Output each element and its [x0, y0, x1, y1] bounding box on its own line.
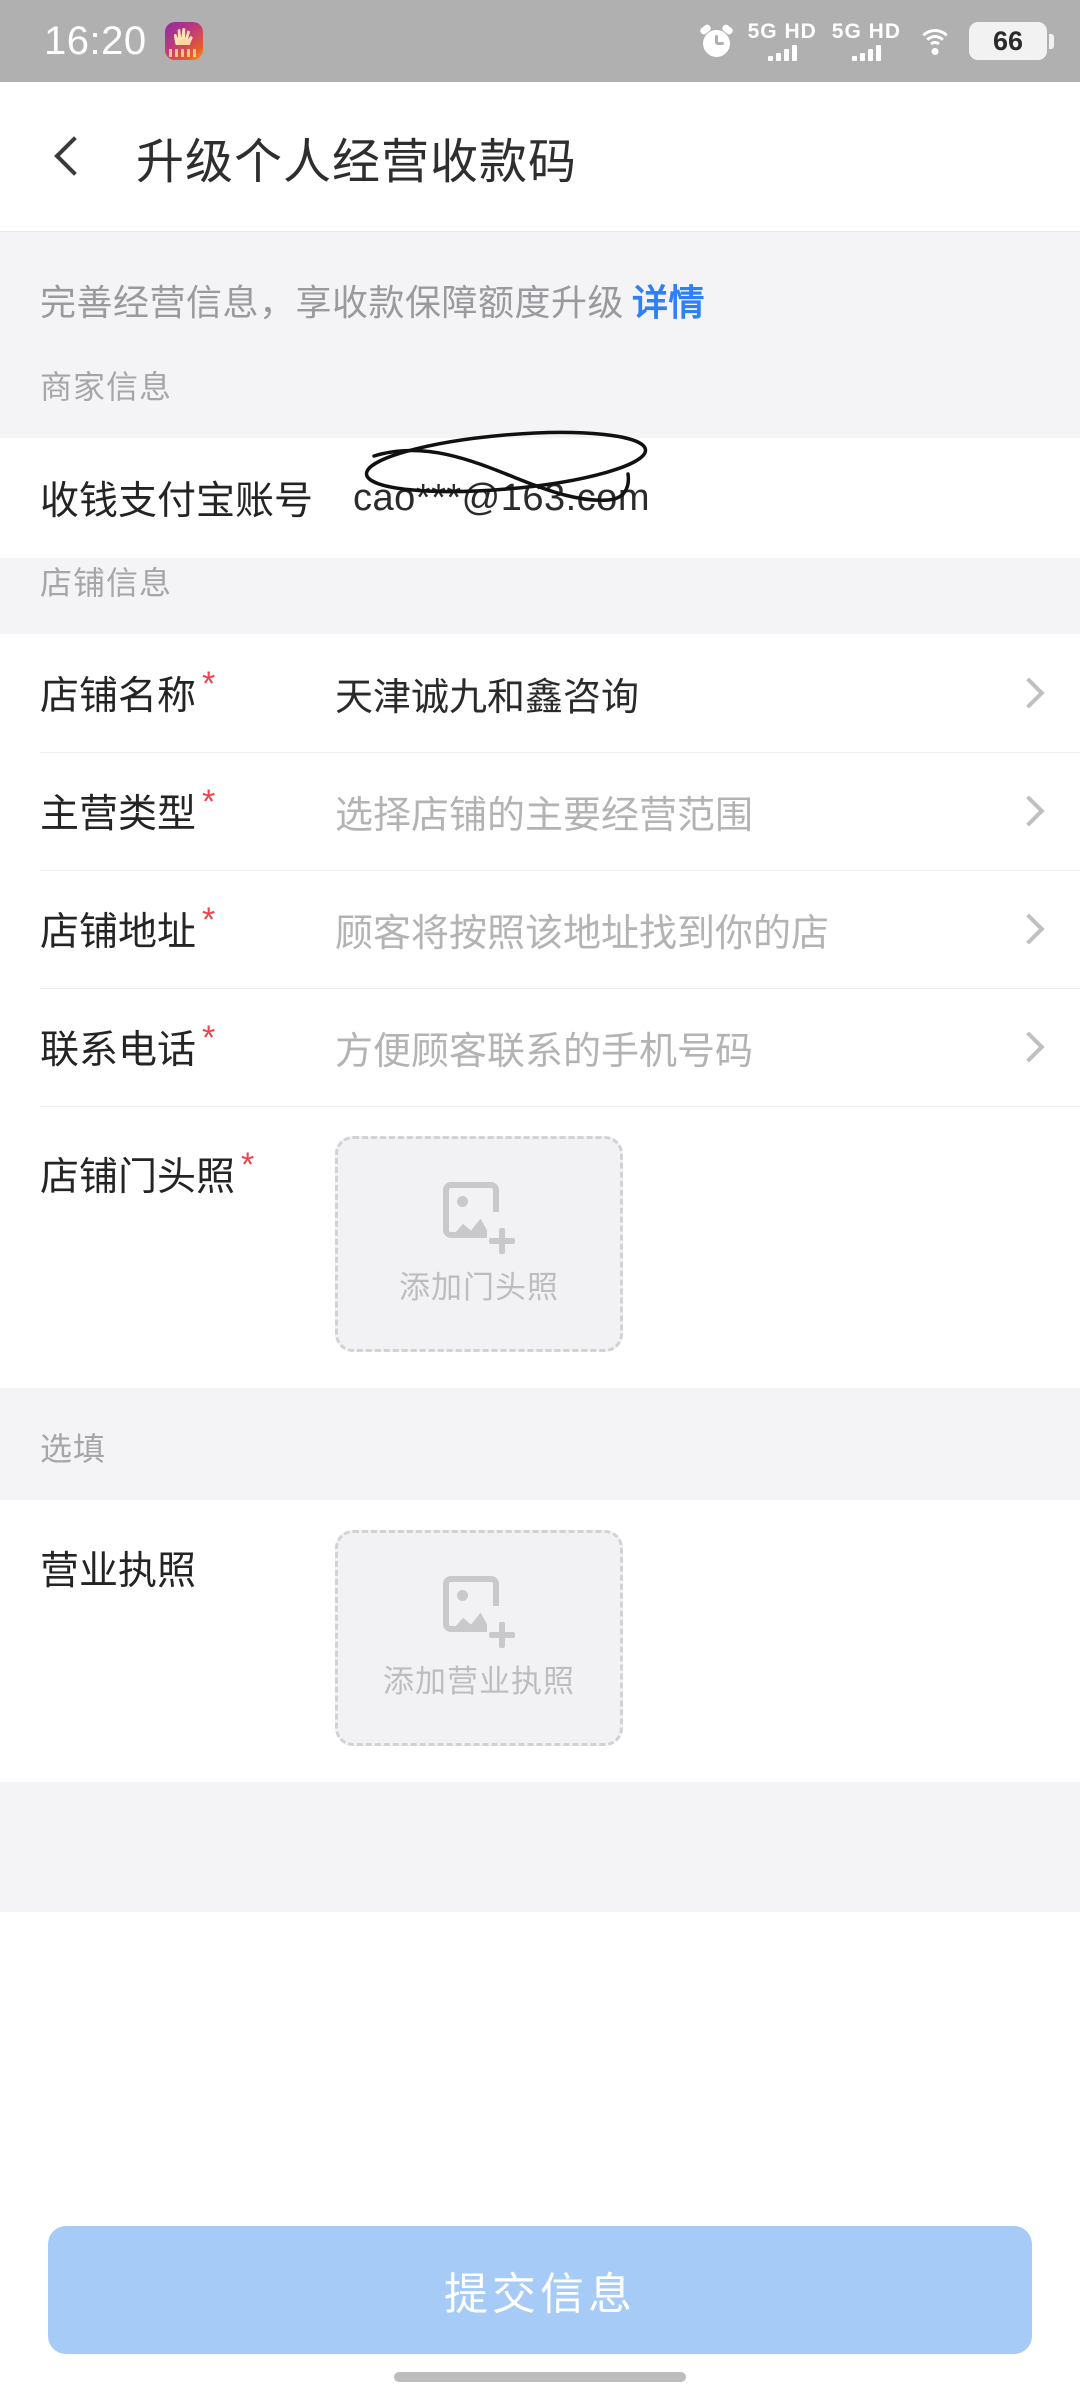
banner-detail-link[interactable]: 详情: [632, 282, 705, 323]
alarm-clock-icon: [698, 22, 734, 58]
required-marker: *: [202, 1019, 216, 1057]
merchant-info-panel: 收钱支付宝账号 cao***@163.com: [0, 430, 1080, 558]
row-store-name[interactable]: 店铺名称 * 天津诚九和鑫咨询: [0, 634, 1080, 752]
sim2-network: 5G: [831, 20, 862, 43]
row-label-contact-phone: 联系电话: [40, 1029, 197, 1072]
row-label-business-type: 主营类型: [40, 793, 197, 836]
chevron-right-icon: [1013, 1031, 1045, 1063]
page-title: 升级个人经营收款码: [136, 135, 578, 189]
optional-panel: 营业执照 添加营业执照: [0, 1500, 1080, 1782]
row-label-store-address: 店铺地址: [40, 911, 197, 954]
storefront-photo-upload-label: 添加门头照: [399, 1269, 559, 1305]
section-header-merchant: 商家信息: [0, 362, 1080, 438]
add-image-icon: [443, 1181, 517, 1254]
row-business-license: 营业执照 添加营业执照: [0, 1500, 1080, 1782]
chevron-left-icon[interactable]: [40, 129, 96, 185]
row-label-storefront-photo: 店铺门头照: [40, 1156, 236, 1199]
storefront-photo-upload-button[interactable]: 添加门头照: [335, 1136, 623, 1352]
status-bar-left: 16:20: [44, 21, 203, 61]
row-value-store-address: 顾客将按照该地址找到你的店: [335, 912, 830, 955]
info-banner: 完善经营信息，享收款保障额度升级 详情: [0, 232, 1080, 362]
row-contact-phone[interactable]: 联系电话 * 方便顾客联系的手机号码: [0, 988, 1080, 1106]
required-marker: *: [202, 665, 216, 703]
row-alipay-account[interactable]: 收钱支付宝账号 cao***@163.com: [0, 430, 1080, 558]
sim2-bars-icon: [851, 44, 881, 61]
required-marker: *: [202, 901, 216, 939]
section-header-optional: 选填: [0, 1388, 1080, 1500]
submit-area: 提交信息: [0, 2170, 1080, 2400]
add-image-icon: [443, 1575, 517, 1648]
chevron-right-icon: [1013, 677, 1045, 709]
row-label-alipay-account: 收钱支付宝账号: [40, 480, 314, 523]
business-license-upload-button[interactable]: 添加营业执照: [335, 1530, 623, 1746]
store-info-panel: 店铺名称 * 天津诚九和鑫咨询 主营类型 * 选择店铺的主要经营范围 店铺地址 …: [0, 634, 1080, 1388]
home-indicator[interactable]: [394, 2372, 686, 2382]
sim1-volte: HD: [784, 20, 817, 43]
row-value-contact-phone: 方便顾客联系的手机号码: [335, 1030, 754, 1073]
app-root: 16:20 5G HD 5G HD 66 升级个人经营收款码 完善经营信息，享收…: [0, 0, 1080, 2400]
business-license-upload-label: 添加营业执照: [383, 1663, 575, 1699]
battery-indicator: 66: [969, 22, 1054, 60]
status-bar: 16:20 5G HD 5G HD 66: [0, 0, 1080, 82]
row-label-store-name: 店铺名称: [40, 675, 197, 718]
bottom-spacer: [0, 1782, 1080, 1912]
row-value-business-type: 选择店铺的主要经营范围: [335, 794, 754, 837]
sim2-signal: 5G HD: [832, 21, 901, 61]
firework-app-icon: [164, 22, 203, 60]
wifi-icon: [916, 26, 954, 56]
row-store-address[interactable]: 店铺地址 * 顾客将按照该地址找到你的店: [0, 870, 1080, 988]
battery-level: 66: [992, 25, 1024, 56]
row-value-store-name: 天津诚九和鑫咨询: [335, 676, 640, 719]
required-marker: *: [241, 1146, 255, 1184]
content-scroll: 完善经营信息，享收款保障额度升级 详情 商家信息 收钱支付宝账号 cao***@1…: [0, 232, 1080, 1912]
sim2-volte: HD: [868, 20, 901, 43]
required-marker: *: [202, 783, 216, 821]
row-storefront-photo: 店铺门头照 * 添加门头照: [0, 1106, 1080, 1388]
status-bar-clock: 16:20: [44, 19, 147, 63]
submit-button[interactable]: 提交信息: [48, 2226, 1032, 2354]
chevron-right-icon: [1013, 913, 1045, 945]
banner-message: 完善经营信息，享收款保障额度升级: [40, 282, 625, 323]
sim1-signal: 5G HD: [748, 21, 817, 61]
sim1-bars-icon: [767, 44, 797, 61]
status-bar-right: 5G HD 5G HD 66: [698, 21, 1054, 61]
row-value-alipay-account: cao***@163.com: [353, 476, 650, 519]
row-label-business-license: 营业执照: [40, 1550, 197, 1593]
nav-bar: 升级个人经营收款码: [0, 82, 1080, 232]
section-header-store: 店铺信息: [0, 558, 1080, 634]
row-business-type[interactable]: 主营类型 * 选择店铺的主要经营范围: [0, 752, 1080, 870]
chevron-right-icon: [1013, 795, 1045, 827]
sim1-network: 5G: [747, 20, 778, 43]
